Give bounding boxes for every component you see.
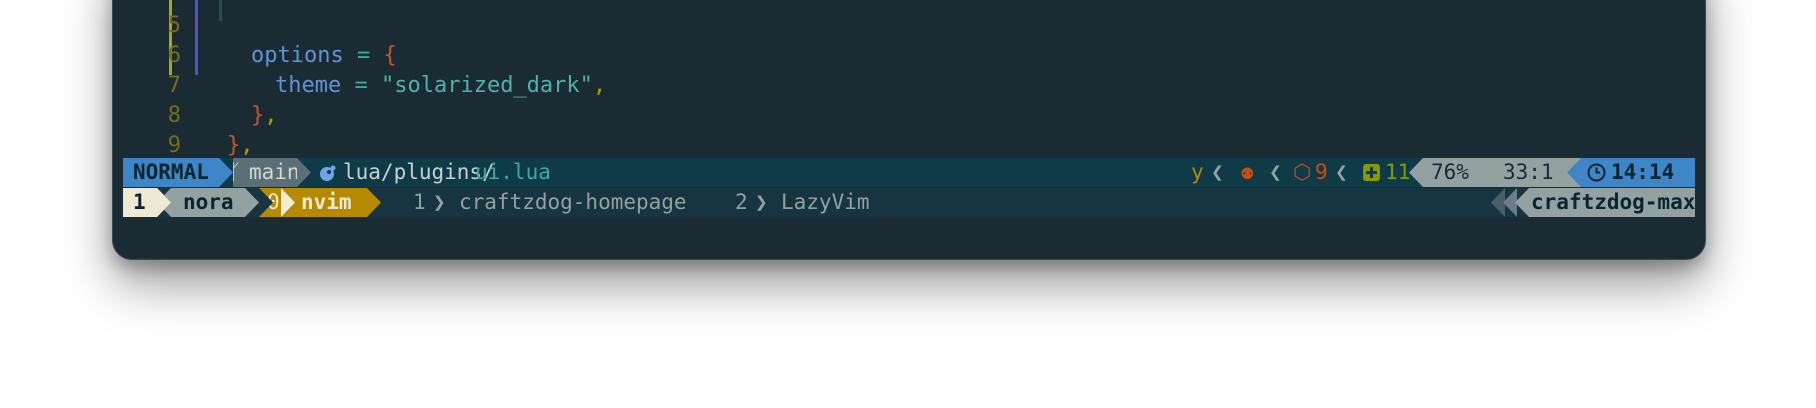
editor-buffer[interactable]: 5 options = { 6 theme = "solarized_dark"… xyxy=(123,0,1695,218)
git-branch-icon: ᚴ xyxy=(229,160,242,184)
separator-icon xyxy=(1491,188,1529,217)
package-icon: ⬡ xyxy=(1293,160,1312,184)
tab-index: 1 xyxy=(413,190,426,214)
code-brace: } xyxy=(251,103,265,128)
cursor-position: 33:1 xyxy=(1503,160,1554,184)
code-line: 7 }, xyxy=(123,41,278,128)
code-line: 9 }, xyxy=(123,101,230,188)
hostname-segment: craftzdog-max xyxy=(1529,188,1695,217)
session-name: nora xyxy=(183,190,234,214)
code-punctuation: , xyxy=(264,103,278,128)
file-name[interactable]: ui.lua xyxy=(475,158,551,187)
mode-label: NORMAL xyxy=(133,160,209,184)
separator-icon xyxy=(1567,158,1581,187)
copilot-icon: ⚉ xyxy=(1241,160,1254,184)
code-brace: } xyxy=(227,133,241,158)
branch-name: main xyxy=(249,160,300,184)
separator-icon xyxy=(157,188,171,217)
diff-added-count: 11 xyxy=(1385,160,1411,184)
lsp-count: 9 xyxy=(1315,160,1328,184)
code-key: options xyxy=(251,43,344,68)
active-window-segment[interactable]: nvim xyxy=(295,188,367,217)
session-index-segment: 1 xyxy=(123,188,157,217)
separator-icon xyxy=(367,188,381,217)
separator-icon xyxy=(245,188,259,217)
code-line: 6 theme = "solarized_dark", xyxy=(123,11,606,98)
diff-added-icon xyxy=(1363,164,1380,181)
separator-icon xyxy=(297,158,311,187)
mode-segment: NORMAL xyxy=(123,158,219,187)
code-brace: { xyxy=(383,43,397,68)
separator-icon: ❮ xyxy=(1335,160,1348,184)
chevron-right-icon: ❯ xyxy=(755,190,768,214)
session-index: 1 xyxy=(133,190,146,214)
hostname: craftzdog-max xyxy=(1531,190,1696,214)
indent-guide xyxy=(219,0,222,21)
code-operator: = xyxy=(343,43,384,68)
clock-time: 14:14 xyxy=(1611,160,1675,184)
code-string: "solarized_dark" xyxy=(380,73,593,98)
separator-icon xyxy=(259,188,273,217)
branch-segment[interactable]: ᚴ main xyxy=(229,158,300,187)
clock-segment: 14:14 xyxy=(1581,158,1695,187)
code-punctuation: , xyxy=(592,73,607,98)
terminal-window: 5 options = { 6 theme = "solarized_dark"… xyxy=(112,0,1706,260)
register-indicator: y xyxy=(1191,160,1204,184)
tab-lazyvim[interactable]: LazyVim xyxy=(781,188,870,217)
separator-icon xyxy=(1409,158,1423,187)
chevron-right-icon: ❯ xyxy=(433,190,446,214)
code-operator: = xyxy=(341,73,381,98)
tmux-status-bar: 1 nora 0 nvim 1 ❯ craftzdog-homepage 2 ❯… xyxy=(123,188,1695,217)
code-line: 8 }, xyxy=(123,71,254,158)
tab-index: 2 xyxy=(735,190,748,214)
code-line: 5 options = { xyxy=(123,0,397,68)
statusline: NORMAL ᚴ main lua/plugins/ ui.lua y ❮ ⚉ … xyxy=(123,158,1695,187)
separator-icon: ❮ xyxy=(1211,160,1224,184)
code-punctuation: , xyxy=(240,133,254,158)
separator-icon xyxy=(281,188,295,217)
tab-craftzdog-homepage[interactable]: craftzdog-homepage xyxy=(459,188,687,217)
code-line: 10 } xyxy=(123,131,202,218)
location-segment: 76% 33:1 xyxy=(1423,158,1567,187)
window-name: nvim xyxy=(301,190,352,214)
file-directory: lua/plugins/ xyxy=(343,160,495,184)
separator-icon: ❮ xyxy=(1269,160,1282,184)
code-key: theme xyxy=(275,73,342,98)
scroll-percent: 76% xyxy=(1431,160,1469,184)
clock-icon xyxy=(1587,163,1606,182)
